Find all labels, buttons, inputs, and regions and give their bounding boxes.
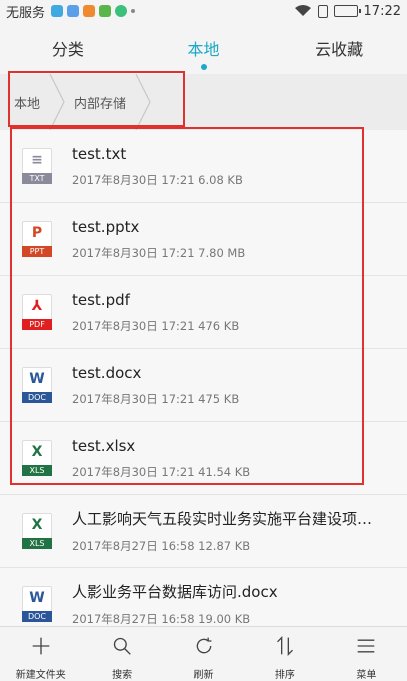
file-type-badge: XLS	[22, 538, 52, 549]
file-type-icon: W DOC	[22, 586, 52, 622]
bag-app-icon	[83, 5, 96, 17]
file-meta: 2017年8月27日 16:58 12.87 KB	[72, 539, 251, 553]
file-name: 人工影响天气五段实时业务实施平台建设项目实施方案.xlsx	[72, 510, 407, 528]
shield-app-icon	[67, 5, 80, 17]
tab-cloud-favorites[interactable]: 云收藏	[271, 22, 407, 74]
menu-button[interactable]: 菜单	[326, 627, 407, 681]
toolbar-label: 排序	[274, 670, 295, 681]
clock: 17:22	[363, 3, 401, 19]
new-folder-button[interactable]: 新建文件夹	[0, 627, 81, 681]
tab-category[interactable]: 分类	[0, 22, 136, 74]
sim-icon	[317, 4, 328, 18]
bottom-toolbar: 新建文件夹 搜索 刷新 排序 菜单	[0, 626, 407, 681]
file-type-badge: DOC	[22, 611, 52, 622]
active-tab-indicator	[200, 64, 207, 70]
tab-label: 分类	[51, 40, 84, 59]
file-glyph: W	[29, 590, 45, 606]
status-bar: 无服务 17:22	[0, 0, 407, 22]
top-tabs: 分类 本地 云收藏	[0, 22, 407, 74]
file-glyph: X	[31, 517, 43, 533]
tab-local[interactable]: 本地	[136, 22, 272, 74]
toolbar-label: 新建文件夹	[15, 670, 66, 681]
toolbar-label: 菜单	[356, 670, 377, 681]
browser-app-icon	[115, 5, 128, 17]
menu-icon	[357, 639, 375, 653]
tab-label: 云收藏	[315, 40, 364, 59]
battery-icon	[333, 5, 361, 17]
file-meta: 2017年8月27日 16:58 19.00 KB	[72, 612, 251, 626]
search-icon	[113, 637, 131, 655]
file-name: 人影业务平台数据库访问.docx	[72, 583, 278, 601]
refresh-button[interactable]: 刷新	[163, 627, 244, 681]
plus-icon	[32, 637, 50, 655]
file-list-highlight-box	[10, 127, 364, 485]
carrier-label: 无服务	[6, 5, 46, 21]
file-type-icon: X XLS	[22, 513, 52, 549]
toolbar-label: 搜索	[112, 670, 133, 681]
toolbar-label: 刷新	[193, 670, 214, 681]
file-info: 人影业务平台数据库访问.docx 2017年8月27日 16:58 19.00 K…	[72, 581, 407, 627]
file-info: 人工影响天气五段实时业务实施平台建设项目实施方案.xlsx 2017年8月27日 …	[72, 508, 407, 554]
tab-label: 本地	[187, 40, 220, 59]
social-app-icon	[51, 5, 64, 17]
wifi-icon	[294, 5, 311, 16]
more-dot-icon	[131, 9, 136, 13]
search-button[interactable]: 搜索	[81, 627, 162, 681]
refresh-icon	[196, 637, 212, 654]
android-app-icon	[99, 5, 112, 17]
sort-button[interactable]: 排序	[244, 627, 325, 681]
file-row[interactable]: X XLS 人工影响天气五段实时业务实施平台建设项目实施方案.xlsx 2017年8月…	[0, 495, 407, 568]
breadcrumb-highlight-box	[8, 71, 185, 127]
sort-icon	[276, 636, 293, 656]
